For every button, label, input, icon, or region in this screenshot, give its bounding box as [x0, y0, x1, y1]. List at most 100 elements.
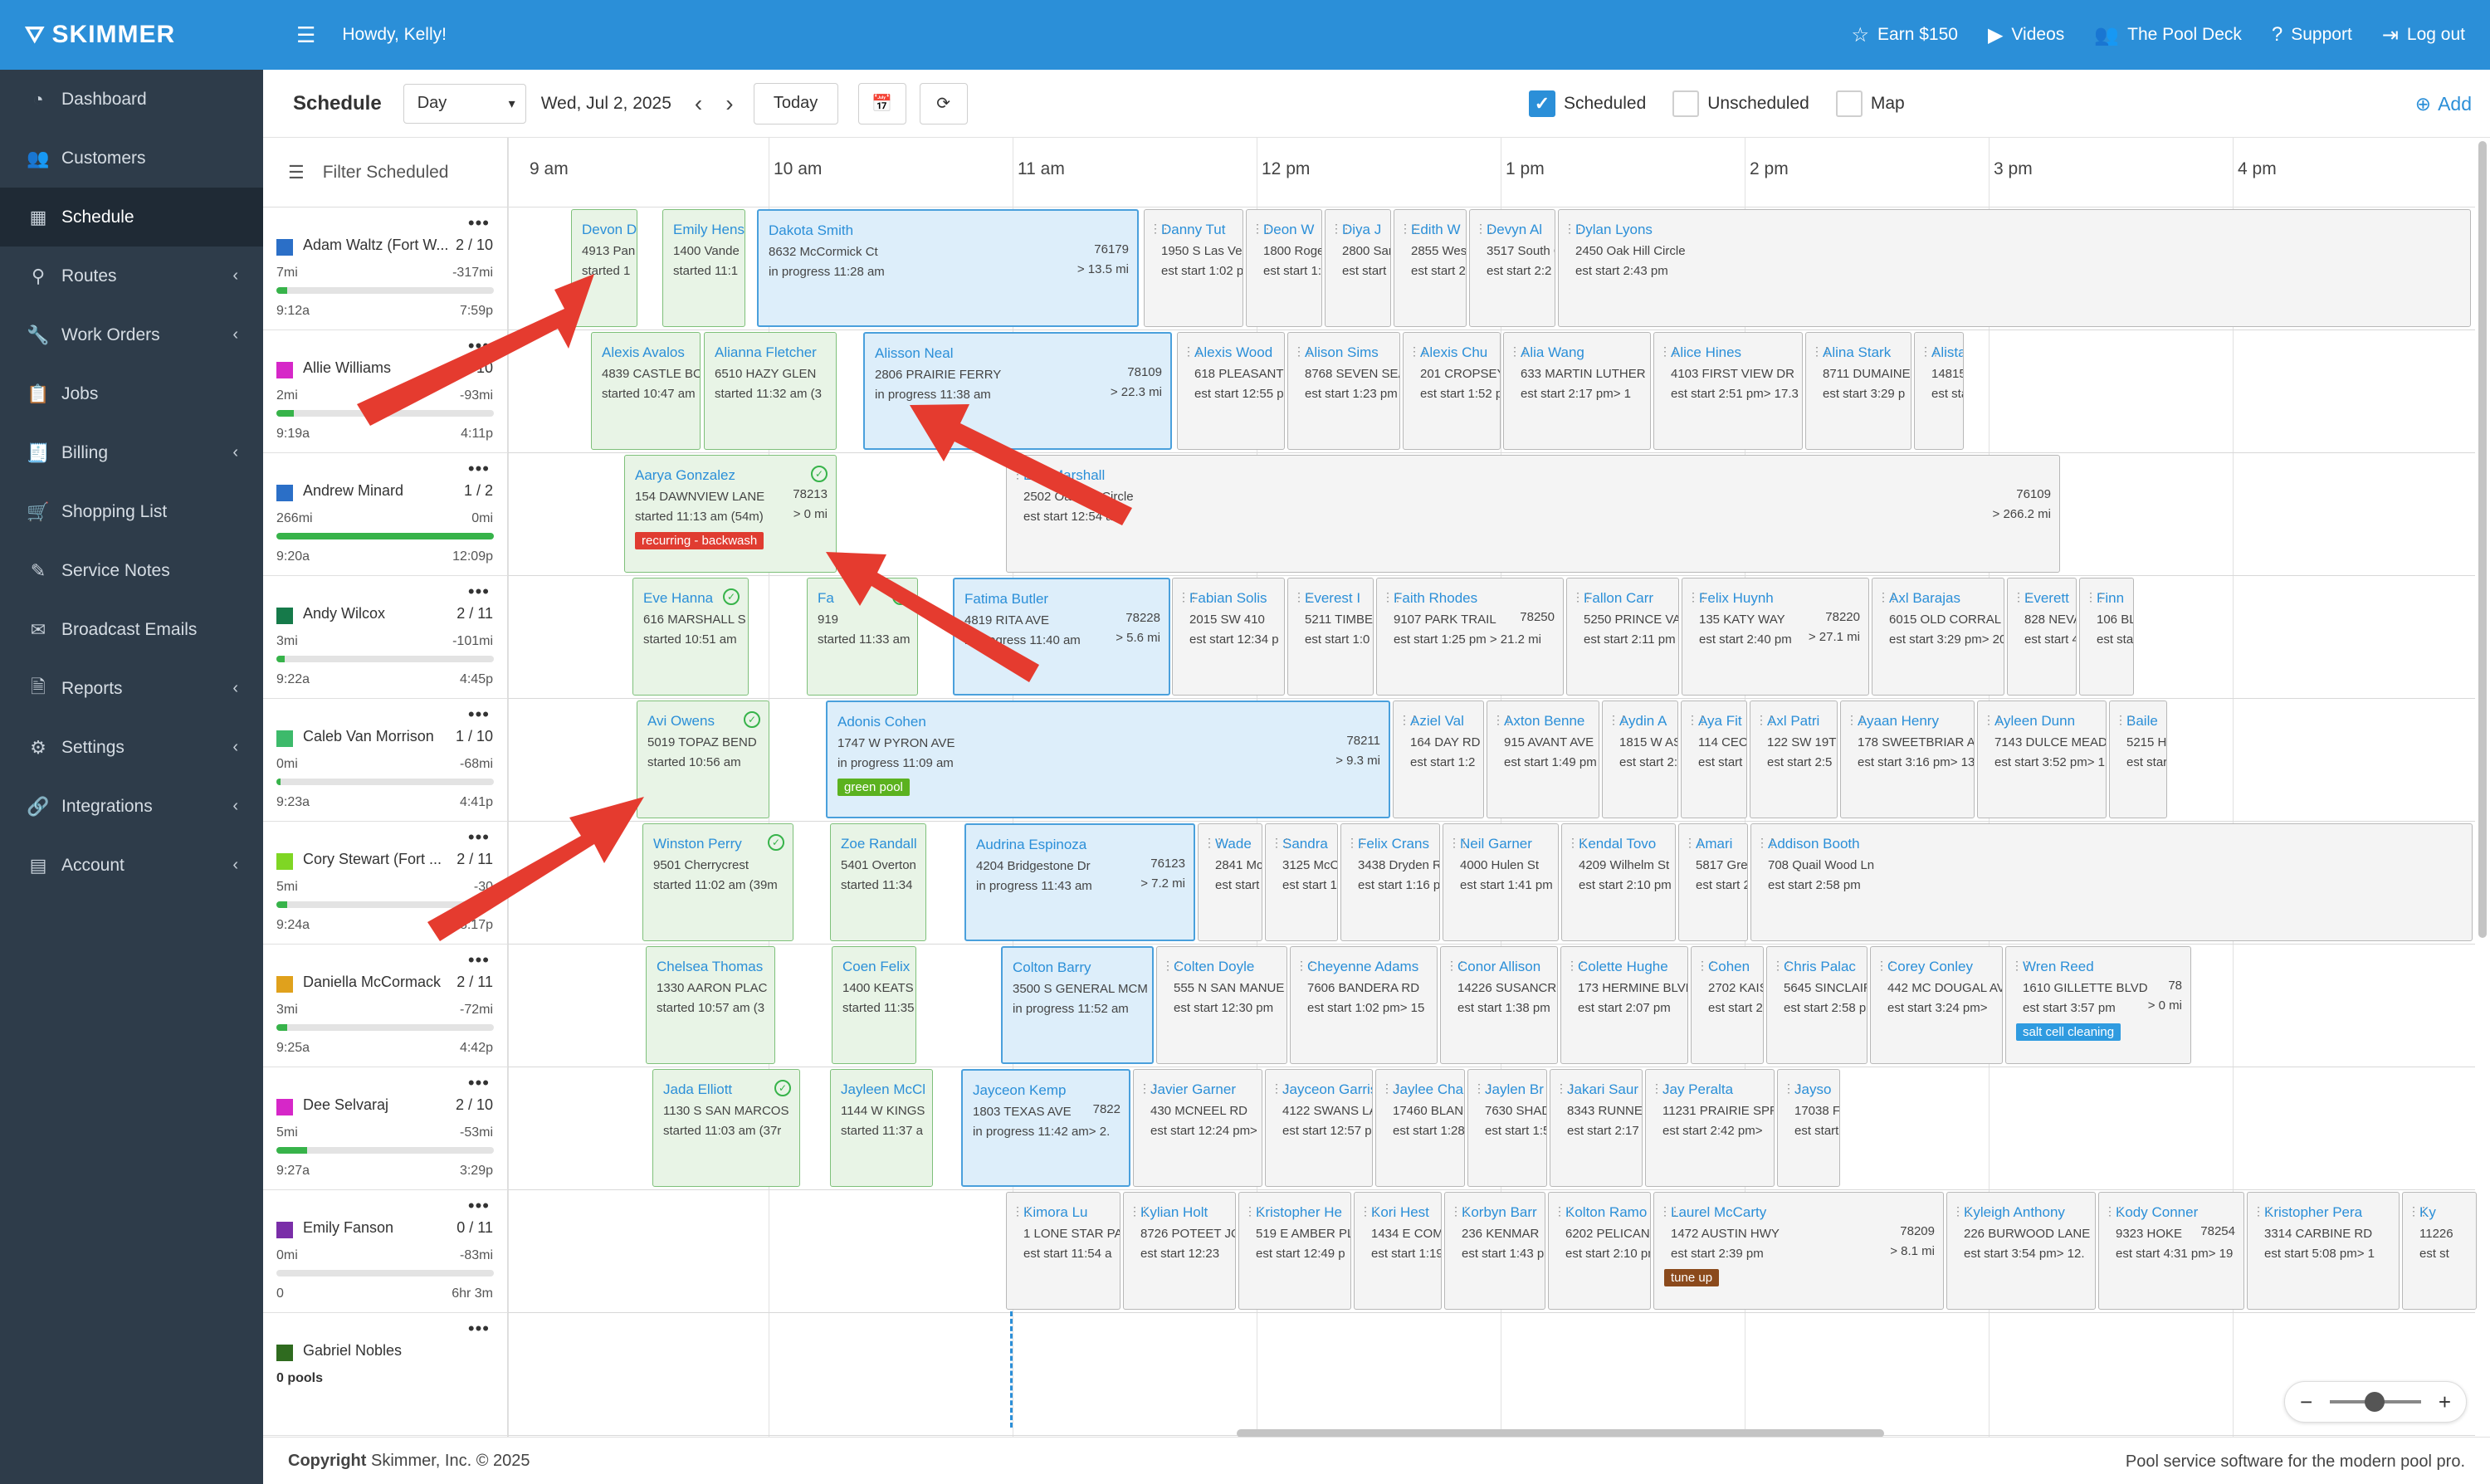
hamburger-menu-icon[interactable]: ☰ — [296, 22, 315, 48]
job-card[interactable]: ⋮⋮Kristopher He 519 E AMBER PLA est star… — [1238, 1192, 1351, 1310]
job-card[interactable]: ⋮⋮ Colette Hughe 173 HERMINE BLVD est sta… — [1560, 946, 1688, 1064]
drag-handle-icon[interactable]: ⋮⋮ — [1564, 222, 1585, 236]
drag-handle-icon[interactable]: ⋮⋮ — [1952, 1204, 1974, 1218]
drag-handle-icon[interactable]: ⋮⋮ — [1450, 1204, 1472, 1218]
drag-handle-icon[interactable]: ⋮⋮ — [2104, 1204, 2126, 1218]
checkbox[interactable] — [1672, 90, 1700, 117]
more-options-icon[interactable]: ••• — [468, 458, 490, 480]
job-card[interactable]: ⋮⋮ Aziel Val 164 DAY RD est start 1:2 — [1393, 701, 1484, 818]
nav-item-settings[interactable]: ⚙ Settings ‹ — [0, 718, 263, 777]
job-card[interactable]: ⋮⋮Baile 5215 HE est start — [2109, 701, 2167, 818]
more-options-icon[interactable]: ••• — [468, 1195, 490, 1217]
technician-row[interactable]: ••• Andrew Minard 1 / 2 266mi 0mi 9:20a 1… — [263, 453, 508, 576]
job-card[interactable]: ⋮⋮ Axton Benne 915 AVANT AVE est start 1:… — [1487, 701, 1599, 818]
job-card[interactable]: ⋮⋮Everest I 5211 TIMBER est start 1:0 — [1287, 578, 1374, 696]
drag-handle-icon[interactable]: ⋮⋮ — [1555, 1081, 1577, 1096]
job-card[interactable]: Audrina Espinoza 4204 Bridgestone Dr in … — [964, 823, 1195, 941]
job-card[interactable]: ⋮⋮Ayaan Henry 178 SWEETBRIAR AVE est sta… — [1840, 701, 1975, 818]
nav-item-shopping-list[interactable]: 🛒 Shopping List — [0, 482, 263, 541]
drag-handle-icon[interactable]: ⋮⋮ — [1178, 590, 1199, 604]
job-card[interactable]: ⋮⋮ Axl Barajas 6015 OLD CORRAL est start … — [1872, 578, 2004, 696]
drag-handle-icon[interactable]: ⋮⋮ — [1567, 836, 1589, 850]
drag-handle-icon[interactable]: ⋮⋮ — [1475, 222, 1496, 236]
job-card[interactable]: Winston Perry 9501 Cherrycrest started 1… — [642, 823, 793, 941]
job-card[interactable]: ⋮⋮ Jayso 17038 F est start — [1777, 1069, 1840, 1187]
nav-item-customers[interactable]: 👥 Customers — [0, 129, 263, 188]
more-options-icon[interactable]: ••• — [468, 581, 490, 603]
job-card[interactable]: ⋮⋮ Javier Garner 430 MCNEEL RD est start … — [1133, 1069, 1262, 1187]
job-card[interactable]: ⋮⋮ Alexis Chu 201 CROPSEY est start 1:52 … — [1403, 332, 1501, 450]
top-action-the-pool-deck[interactable]: 👥 The Pool Deck — [2094, 23, 2242, 47]
drag-handle-icon[interactable]: ⋮⋮ — [1684, 836, 1706, 850]
drag-handle-icon[interactable]: ⋮⋮ — [1296, 959, 1317, 973]
drag-handle-icon[interactable]: ⋮⋮ — [2013, 590, 2034, 604]
drag-handle-icon[interactable]: ⋮⋮ — [2408, 1204, 2429, 1218]
drag-handle-icon[interactable]: ⋮⋮ — [1252, 222, 1273, 236]
add-button[interactable]: ⊕ Add — [2415, 70, 2472, 138]
refresh-button[interactable]: ⟳ — [919, 82, 968, 124]
job-card[interactable]: ⋮⋮ Addison Booth 708 Quail Wood Ln est st… — [1750, 823, 2473, 941]
job-card[interactable]: Adonis Cohen 1747 W PYRON AVE in progres… — [826, 701, 1390, 818]
drag-handle-icon[interactable]: ⋮⋮ — [1293, 344, 1315, 359]
technician-row[interactable]: ••• Dee Selvaraj 2 / 10 5mi -53mi 9:27a 3… — [263, 1067, 508, 1190]
job-card[interactable]: Emily Hens 1400 Vande started 11:1 — [662, 209, 745, 327]
job-card[interactable]: ⋮⋮ Diya J 2800 San est start — [1325, 209, 1391, 327]
drag-handle-icon[interactable]: ⋮⋮ — [1755, 713, 1777, 727]
job-card[interactable]: Fa 919 started 11:33 am ✓ — [807, 578, 918, 696]
job-card[interactable]: Eve Hanna 616 MARSHALL S started 10:51 a… — [632, 578, 749, 696]
job-card[interactable]: ⋮⋮Kori Hest 1434 E COMM est start 1:19 — [1354, 1192, 1442, 1310]
drag-handle-icon[interactable]: ⋮⋮ — [1509, 344, 1531, 359]
drag-handle-icon[interactable]: ⋮⋮ — [1697, 959, 1718, 973]
job-card[interactable]: Jayleen McCl 1144 W KINGS started 11:37 … — [830, 1069, 933, 1187]
job-card[interactable]: ⋮⋮Jakari Saur 8343 RUNNER est start 2:17… — [1550, 1069, 1643, 1187]
technician-row[interactable]: ••• Emily Fanson 0 / 11 0mi -83mi 0 6hr 3… — [263, 1190, 508, 1313]
job-card[interactable]: ⋮⋮ Colten Doyle 555 N SAN MANUE est start… — [1156, 946, 1287, 1064]
job-card[interactable]: Zoe Randall 5401 Overton started 11:34 — [830, 823, 926, 941]
drag-handle-icon[interactable]: ⋮⋮ — [1271, 1081, 1292, 1096]
job-card[interactable]: ⋮⋮ Jay Peralta 11231 PRAIRIE SPR est star… — [1645, 1069, 1775, 1187]
logo[interactable]: ⛛ SKIMMER — [0, 0, 263, 70]
job-card[interactable]: ⋮⋮ Conor Allison 14226 SUSANCRE est start… — [1440, 946, 1558, 1064]
job-card[interactable]: ⋮⋮ Axl Patri 122 SW 19T est start 2:5 — [1750, 701, 1838, 818]
drag-handle-icon[interactable]: ⋮⋮ — [1399, 222, 1421, 236]
job-card[interactable]: Alexis Avalos 4839 CASTLE BO started 10:… — [591, 332, 701, 450]
job-card[interactable]: ⋮⋮ Laurel McCarty 1472 AUSTIN HWY est sta… — [1653, 1192, 1944, 1310]
drag-handle-icon[interactable]: ⋮⋮ — [1204, 836, 1225, 850]
drag-handle-icon[interactable]: ⋮⋮ — [1473, 1081, 1495, 1096]
job-card[interactable]: ⋮⋮ Wade 2841 Mc est start — [1198, 823, 1262, 941]
drag-handle-icon[interactable]: ⋮⋮ — [1659, 1204, 1681, 1218]
drag-handle-icon[interactable]: ⋮⋮ — [1876, 959, 1897, 973]
job-card[interactable]: Jayceon Kemp 1803 TEXAS AVE in progress … — [961, 1069, 1130, 1187]
nav-item-reports[interactable]: 🗎 Reports ‹ — [0, 659, 263, 718]
nav-item-account[interactable]: ▤ Account ‹ — [0, 836, 263, 895]
drag-handle-icon[interactable]: ⋮⋮ — [2115, 713, 2136, 727]
drag-handle-icon[interactable]: ⋮⋮ — [1446, 959, 1467, 973]
job-card[interactable]: ⋮⋮ Deon W 1800 Roge est start 1: — [1246, 209, 1322, 327]
drag-handle-icon[interactable]: ⋮⋮ — [2253, 1204, 2274, 1218]
job-card[interactable]: Dakota Smith 8632 McCormick Ct in progre… — [757, 209, 1139, 327]
drag-handle-icon[interactable]: ⋮⋮ — [1687, 590, 1709, 604]
job-card[interactable]: ⋮⋮Everett 828 NEVAD est start 4 — [2007, 578, 2077, 696]
job-card[interactable]: ⋮⋮ Kristopher Pera 3314 CARBINE RD est st… — [2247, 1192, 2400, 1310]
technician-row[interactable]: ••• Gabriel Nobles 0 pools — [263, 1313, 508, 1436]
drag-handle-icon[interactable]: ⋮⋮ — [2085, 590, 2107, 604]
top-action-videos[interactable]: ▶ Videos — [1988, 23, 2064, 47]
nav-item-work-orders[interactable]: 🔧 Work Orders ‹ — [0, 305, 263, 364]
filter-scheduled[interactable]: ✓ Scheduled — [1529, 90, 1646, 117]
job-card[interactable]: Alisson Neal 2806 PRAIRIE FERRY in progr… — [863, 332, 1172, 450]
job-card[interactable]: ⋮⋮Amari 5817 Gree est start 2 — [1678, 823, 1748, 941]
drag-handle-icon[interactable]: ⋮⋮ — [1150, 222, 1171, 236]
job-card[interactable]: ⋮⋮ Ky 11226 est st — [2402, 1192, 2477, 1310]
more-options-icon[interactable]: ••• — [468, 704, 490, 725]
job-card[interactable]: ⋮⋮ Kimora Lu 1 LONE STAR PAS est start 11… — [1006, 1192, 1120, 1310]
drag-handle-icon[interactable]: ⋮⋮ — [1399, 713, 1420, 727]
drag-handle-icon[interactable]: ⋮⋮ — [1129, 1204, 1150, 1218]
view-select[interactable]: Day ▾ — [403, 83, 526, 124]
job-card[interactable]: ⋮⋮ Corey Conley 442 MC DOUGAL AV est star… — [1870, 946, 2003, 1064]
more-options-icon[interactable]: ••• — [468, 1072, 490, 1094]
drag-handle-icon[interactable]: ⋮⋮ — [1183, 344, 1204, 359]
drag-handle-icon[interactable]: ⋮⋮ — [1983, 713, 2004, 727]
job-card[interactable]: ⋮⋮ Kyleigh Anthony 226 BURWOOD LANE est s… — [1946, 1192, 2096, 1310]
drag-handle-icon[interactable]: ⋮⋮ — [1756, 836, 1778, 850]
job-card[interactable]: ⋮⋮ Kody Conner 9323 HOKE est start 4:31 p… — [2098, 1192, 2244, 1310]
